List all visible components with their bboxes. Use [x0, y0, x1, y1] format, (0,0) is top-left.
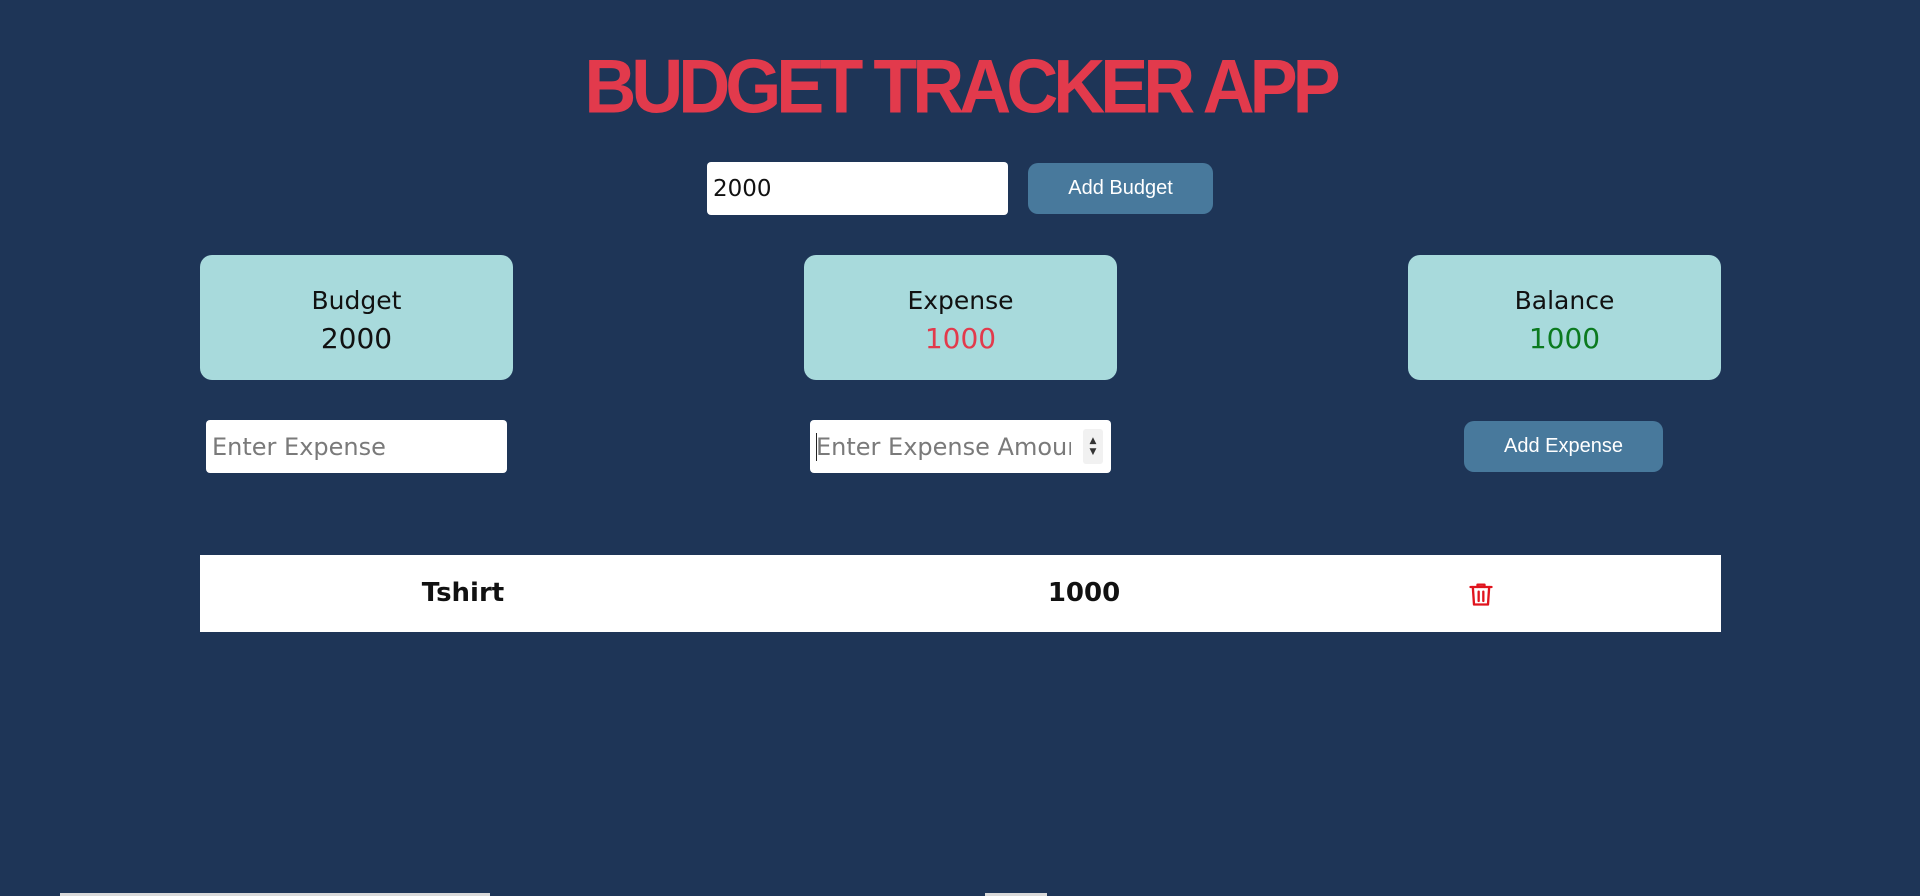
- expense-row: Tshirt 1000: [200, 555, 1721, 632]
- trash-icon[interactable]: [1467, 580, 1495, 608]
- spin-down-icon[interactable]: ▼: [1090, 447, 1097, 458]
- balance-label: Balance: [1514, 286, 1615, 315]
- expense-name-input[interactable]: [206, 420, 507, 473]
- budget-card: Budget 2000: [200, 255, 513, 380]
- add-budget-button[interactable]: Add Budget: [1028, 163, 1213, 214]
- balance-card: Balance 1000: [1408, 255, 1721, 380]
- spin-up-icon[interactable]: ▲: [1090, 436, 1097, 447]
- text-cursor: [816, 433, 817, 461]
- expense-row-name: Tshirt: [421, 578, 505, 608]
- budget-value: 2000: [320, 322, 393, 355]
- expense-amount-input[interactable]: [810, 420, 1111, 473]
- number-spinner[interactable]: ▲ ▼: [1083, 429, 1103, 464]
- budget-input[interactable]: [707, 162, 1008, 215]
- expense-card: Expense 1000: [804, 255, 1117, 380]
- expense-value: 1000: [924, 322, 997, 355]
- add-expense-button[interactable]: Add Expense: [1464, 421, 1663, 472]
- balance-value: 1000: [1528, 322, 1601, 355]
- budget-label: Budget: [311, 286, 402, 315]
- expense-row-amount: 1000: [1047, 578, 1121, 608]
- expense-label: Expense: [907, 286, 1014, 315]
- expense-list: Tshirt 1000: [200, 555, 1721, 632]
- app-title: BUDGET TRACKER APP: [584, 44, 1340, 130]
